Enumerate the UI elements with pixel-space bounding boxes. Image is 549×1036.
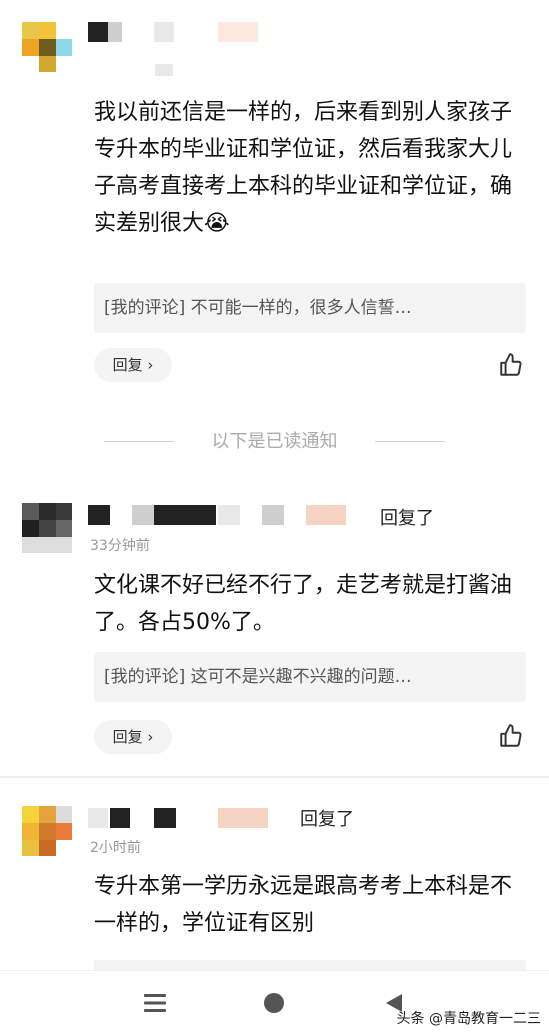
reply-button[interactable]: 回复 › xyxy=(94,348,172,382)
username-redacted xyxy=(88,22,368,44)
comment-body: 我以前还信是一样的，后来看到别人家孩子专升本的毕业证和学位证，然后看我家大儿子高… xyxy=(94,94,524,242)
comment-body: 专升本第一学历永远是跟高考考上本科是不一样的，学位证有区别 xyxy=(94,874,513,936)
time-redacted xyxy=(155,64,173,76)
system-nav-bar: 头条 @青岛教育一二三 xyxy=(0,970,549,1036)
comment-time: 2小时前 xyxy=(90,840,141,856)
avatar[interactable] xyxy=(22,806,72,856)
comment-time: 33分钟前 xyxy=(90,538,150,554)
username-redacted xyxy=(88,505,368,527)
replied-tag: 回复了 xyxy=(380,508,434,529)
avatar[interactable] xyxy=(22,503,72,553)
comment-body: 文化课不好已经不行了，走艺考就是打酱油了。各占50%了。 xyxy=(94,573,513,635)
crying-emoji-icon: 😭 xyxy=(204,211,230,236)
my-comment-quote[interactable]: [我的评论] 这可不是兴趣不兴趣的问题… xyxy=(94,652,526,702)
watermark: 头条 @青岛教育一二三 xyxy=(396,1011,541,1027)
username-redacted xyxy=(88,808,308,830)
my-comment-quote[interactable]: [我的评论] 不可能一样的，很多人信誓… xyxy=(94,283,526,333)
separator-label: 以下是已读通知 xyxy=(211,431,338,452)
menu-icon[interactable] xyxy=(144,993,166,1013)
home-circle-icon[interactable] xyxy=(263,992,285,1014)
comment-divider xyxy=(0,776,549,778)
thumbs-up-icon[interactable] xyxy=(498,352,524,378)
avatar[interactable] xyxy=(22,22,72,72)
reply-button[interactable]: 回复 › xyxy=(94,720,172,754)
replied-tag: 回复了 xyxy=(300,809,354,830)
read-notifications-separator: 以下是已读通知 xyxy=(0,425,549,459)
thumbs-up-icon[interactable] xyxy=(498,723,524,749)
comment-text: 我以前还信是一样的，后来看到别人家孩子专升本的毕业证和学位证，然后看我家大儿子高… xyxy=(94,100,513,236)
